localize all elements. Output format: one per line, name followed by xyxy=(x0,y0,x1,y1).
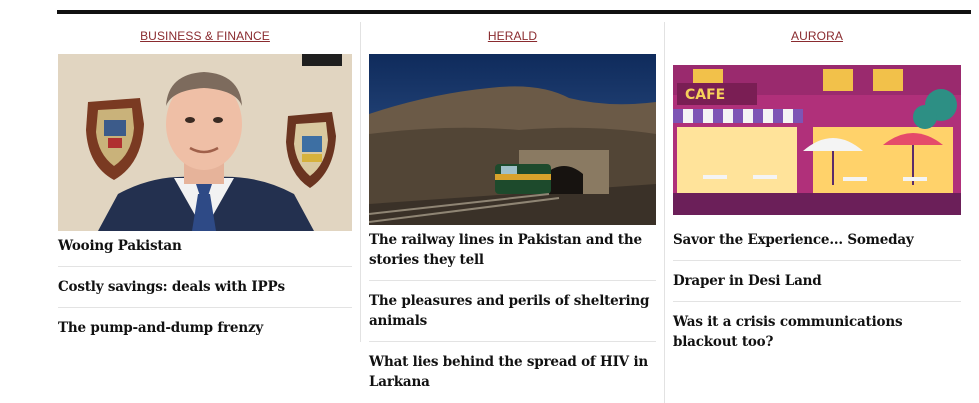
section-link-business-finance[interactable]: BUSINESS & FINANCE xyxy=(58,29,352,43)
story-headline[interactable]: What lies behind the spread of HIV in La… xyxy=(369,342,656,402)
story-image-wooing-pakistan[interactable] xyxy=(58,54,352,231)
column-divider xyxy=(360,22,361,342)
story-headline[interactable]: Savor the Experience... Someday xyxy=(673,215,961,261)
story-headline[interactable]: The pleasures and perils of sheltering a… xyxy=(369,281,656,342)
story-image-railway-lines[interactable] xyxy=(369,54,656,225)
news-section-strip: BUSINESS & FINANCE Wooing Pakistan Costl… xyxy=(0,0,979,403)
top-rule xyxy=(57,10,971,14)
column-business-finance: BUSINESS & FINANCE Wooing Pakistan Costl… xyxy=(58,22,352,348)
train-tunnel-photo-icon xyxy=(369,54,656,225)
cafe-illustration-icon: CAFE xyxy=(673,65,961,215)
section-link-herald[interactable]: HERALD xyxy=(369,29,656,43)
cafe-sign: CAFE xyxy=(685,87,725,103)
section-link-aurora[interactable]: AURORA xyxy=(673,29,961,43)
portrait-photo-icon xyxy=(58,54,352,231)
story-headline[interactable]: Draper in Desi Land xyxy=(673,261,961,302)
story-image-cafe[interactable]: CAFE xyxy=(673,65,961,215)
story-headline[interactable]: Wooing Pakistan xyxy=(58,231,352,267)
column-herald: HERALD The railway lines in Pakistan and… xyxy=(369,22,656,402)
story-headline[interactable]: Costly savings: deals with IPPs xyxy=(58,267,352,308)
story-headline[interactable]: The railway lines in Pakistan and the st… xyxy=(369,225,656,281)
story-headline[interactable]: The pump-and-dump frenzy xyxy=(58,308,352,348)
column-aurora: AURORA CAFE Savor the Experience... Some… xyxy=(673,22,961,362)
column-divider xyxy=(664,22,665,403)
story-headline[interactable]: Was it a crisis communications blackout … xyxy=(673,302,961,362)
